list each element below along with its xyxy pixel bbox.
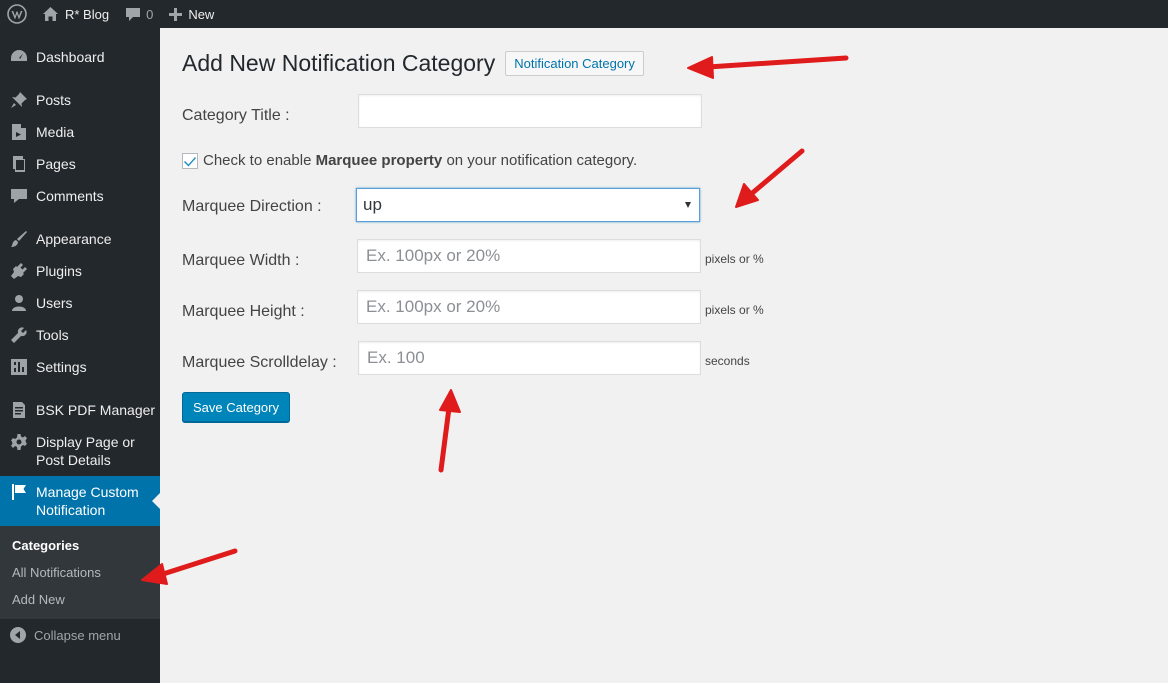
plugin-icon — [10, 262, 28, 280]
sidebar-item-label: Pages — [36, 156, 76, 172]
marquee-width-label: Marquee Width : — [182, 252, 300, 269]
submenu-item-add-new[interactable]: Add New — [0, 586, 160, 613]
sidebar-item-plugins[interactable]: Plugins — [0, 255, 160, 287]
checkbox-text-pre: Check to enable — [203, 152, 316, 169]
marquee-scrolldelay-label: Marquee Scrolldelay : — [182, 354, 337, 371]
sidebar-item-media[interactable]: Media — [0, 116, 160, 148]
flag-icon — [10, 483, 28, 501]
category-title-input[interactable] — [358, 94, 702, 128]
wrench-icon — [10, 326, 28, 344]
sidebar-item-label: Users — [36, 295, 73, 311]
sidebar-item-dashboard[interactable]: Dashboard — [0, 41, 160, 73]
sidebar-item-posts[interactable]: Posts — [0, 84, 160, 116]
marquee-checkbox-row: Check to enable Marquee property on your… — [182, 152, 637, 169]
checkbox-text-post: on your notification category. — [442, 152, 638, 169]
sidebar-item-bsk-pdf-manager[interactable]: BSK PDF Manager — [0, 394, 160, 426]
sidebar-item-appearance[interactable]: Appearance — [0, 223, 160, 255]
annotation-arrow-icon — [735, 148, 805, 208]
collapse-menu-label: Collapse menu — [34, 627, 121, 643]
sidebar-item-display-page-details[interactable]: Display Page or Post Details — [0, 426, 160, 476]
site-name-link[interactable]: R* Blog — [34, 0, 117, 28]
checkbox-text-bold: Marquee property — [315, 152, 443, 169]
sidebar-item-manage-custom-notification[interactable]: Manage Custom Notification — [0, 476, 160, 526]
checkmark-icon — [184, 156, 196, 166]
admin-sidebar: Dashboard Posts Media Pages Comments App… — [0, 28, 160, 683]
settings-icon — [10, 358, 28, 376]
sidebar-item-label: Manage Custom Notification — [36, 484, 139, 518]
sidebar-item-label: Display Page or Post Details — [36, 434, 135, 468]
marquee-width-hint: pixels or % — [705, 252, 764, 266]
dropdown-caret-icon — [685, 202, 691, 208]
save-category-button[interactable]: Save Category — [182, 392, 290, 422]
sidebar-item-label: BSK PDF Manager — [36, 402, 156, 418]
pages-icon — [10, 155, 28, 173]
marquee-direction-select[interactable]: up — [356, 188, 700, 222]
submenu-item-categories[interactable]: Categories — [0, 532, 160, 559]
user-icon — [10, 294, 28, 312]
notification-category-button[interactable]: Notification Category — [505, 51, 644, 76]
sidebar-item-label: Comments — [36, 188, 104, 204]
marquee-scrolldelay-input[interactable] — [358, 341, 701, 375]
marquee-scrolldelay-hint: seconds — [705, 354, 750, 368]
site-name-label: R* Blog — [65, 6, 110, 22]
sidebar-item-label: Media — [36, 124, 75, 140]
comments-count: 0 — [146, 6, 154, 22]
page-title: Add New Notification Category — [182, 50, 496, 76]
plus-icon — [169, 7, 183, 21]
dashboard-icon — [10, 48, 28, 66]
new-content-label: New — [188, 6, 215, 22]
media-icon — [10, 123, 28, 141]
marquee-width-input[interactable] — [357, 239, 701, 273]
sidebar-item-label: Appearance — [36, 231, 112, 247]
category-title-label: Category Title : — [182, 107, 290, 124]
sidebar-item-label: Plugins — [36, 263, 82, 279]
sidebar-item-settings[interactable]: Settings — [0, 351, 160, 383]
marquee-height-hint: pixels or % — [705, 303, 764, 317]
admin-bar: R* Blog 0 New — [0, 0, 1168, 28]
comment-icon — [10, 187, 28, 205]
collapse-arrow-icon — [10, 627, 26, 643]
marquee-direction-value: up — [363, 195, 382, 214]
marquee-height-label: Marquee Height : — [182, 303, 305, 320]
sidebar-submenu: Categories All Notifications Add New — [0, 526, 160, 619]
paintbrush-icon — [10, 230, 28, 248]
pin-icon — [10, 91, 28, 109]
page-title-row: Add New Notification Category Notificati… — [182, 50, 644, 77]
wordpress-logo-icon[interactable] — [0, 0, 34, 28]
new-content-link[interactable]: New — [161, 0, 222, 28]
collapse-menu-button[interactable]: Collapse menu — [0, 619, 160, 651]
sidebar-item-pages[interactable]: Pages — [0, 148, 160, 180]
gear-icon — [10, 433, 28, 451]
marquee-height-input[interactable] — [357, 290, 701, 324]
annotation-arrow-icon — [687, 55, 849, 79]
document-icon — [10, 401, 28, 419]
comments-link[interactable]: 0 — [117, 0, 161, 28]
annotation-arrow-icon — [438, 389, 461, 473]
sidebar-item-comments[interactable]: Comments — [0, 180, 160, 212]
sidebar-item-label: Tools — [36, 327, 69, 343]
comment-bubble-icon — [126, 7, 141, 21]
sidebar-item-label: Posts — [36, 92, 72, 108]
marquee-enable-checkbox[interactable] — [182, 152, 198, 169]
home-icon — [43, 7, 58, 21]
sidebar-item-tools[interactable]: Tools — [0, 319, 160, 351]
sidebar-item-label: Dashboard — [36, 49, 105, 65]
marquee-direction-label: Marquee Direction : — [182, 198, 322, 215]
submenu-item-all-notifications[interactable]: All Notifications — [0, 559, 160, 586]
sidebar-item-users[interactable]: Users — [0, 287, 160, 319]
sidebar-item-label: Settings — [36, 359, 87, 375]
